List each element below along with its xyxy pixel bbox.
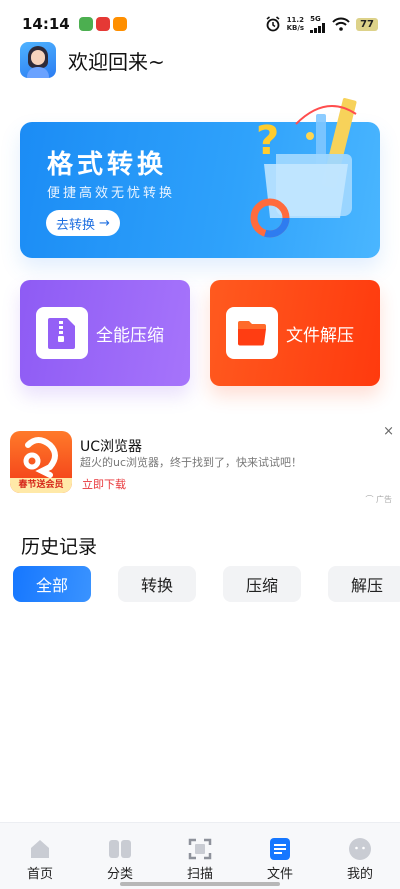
home-icon — [28, 837, 52, 861]
profile-icon — [348, 837, 372, 861]
go-convert-label: 去转换 — [56, 217, 96, 233]
compress-tile-label: 全能压缩 — [96, 325, 164, 346]
header: 欢迎回来~ — [20, 42, 165, 78]
ad-signal-icon: ⌒ — [365, 495, 374, 504]
app-notification-icon — [78, 17, 93, 31]
status-time: 14:14 — [22, 15, 70, 33]
folder-icon — [226, 307, 278, 359]
cellular-signal-icon: 5G — [310, 15, 326, 33]
ad-tag: ⌒ 广告 — [365, 495, 392, 504]
svg-text:?: ? — [256, 118, 279, 164]
alarm-icon — [266, 16, 280, 32]
filter-convert[interactable]: 转换 — [118, 566, 196, 602]
ad-description: 超火的uc浏览器，终于找到了，快来试试吧！ — [80, 456, 303, 469]
unzip-tile[interactable]: 文件解压 — [210, 280, 380, 386]
ad-banner[interactable]: 春节送会员 UC浏览器 超火的uc浏览器，终于找到了，快来试试吧！ 立即下载 ×… — [0, 424, 400, 508]
network-speed: 11.2 KB/s — [286, 16, 305, 32]
folder-illustration-icon: ? — [250, 98, 357, 238]
app-notification-icon — [112, 17, 127, 31]
filter-compress[interactable]: 压缩 — [223, 566, 301, 602]
nav-home-label: 首页 — [26, 867, 53, 882]
ad-icon-badge: 春节送会员 — [10, 478, 72, 493]
nav-profile[interactable]: 我的 — [320, 823, 400, 889]
unzip-tile-label: 文件解压 — [286, 325, 354, 346]
bottom-nav: 首页 分类 扫描 文件 我的 — [0, 822, 400, 889]
go-convert-button[interactable]: 去转换 → — [46, 210, 120, 236]
nav-file[interactable]: 文件 — [240, 823, 320, 889]
nav-category[interactable]: 分类 — [80, 823, 160, 889]
avatar[interactable] — [20, 42, 56, 78]
home-indicator — [120, 882, 280, 886]
category-icon — [108, 837, 132, 861]
arrow-right-icon: → — [99, 215, 110, 231]
greeting-text: 欢迎回来~ — [68, 49, 165, 74]
ad-download-link[interactable]: 立即下载 — [82, 476, 126, 492]
zip-file-icon — [36, 307, 88, 359]
compress-tile[interactable]: 全能压缩 — [20, 280, 190, 386]
nav-category-label: 分类 — [106, 867, 133, 882]
nav-file-label: 文件 — [266, 867, 293, 882]
nav-scan-label: 扫描 — [186, 867, 213, 882]
filter-unzip[interactable]: 解压 — [328, 566, 400, 602]
filter-all[interactable]: 全部 — [13, 566, 91, 602]
close-icon[interactable]: × — [383, 424, 394, 439]
scan-icon — [188, 837, 212, 861]
banner-subtitle: 便捷高效无忧转换 — [47, 186, 176, 201]
history-title: 历史记录 — [21, 536, 98, 558]
battery-indicator: 77 — [356, 17, 378, 31]
uc-browser-app-icon: 春节送会员 — [10, 431, 72, 493]
status-bar: 14:14 11.2 KB/s 5G 77 — [0, 0, 400, 48]
ad-title: UC浏览器 — [80, 439, 143, 455]
banner-title: 格式转换 — [47, 150, 168, 180]
nav-home[interactable]: 首页 — [0, 823, 80, 889]
file-icon — [268, 837, 292, 861]
nav-scan[interactable]: 扫描 — [160, 823, 240, 889]
wifi-icon — [332, 17, 350, 31]
nav-profile-label: 我的 — [346, 867, 373, 882]
app-notification-icon — [95, 17, 110, 31]
